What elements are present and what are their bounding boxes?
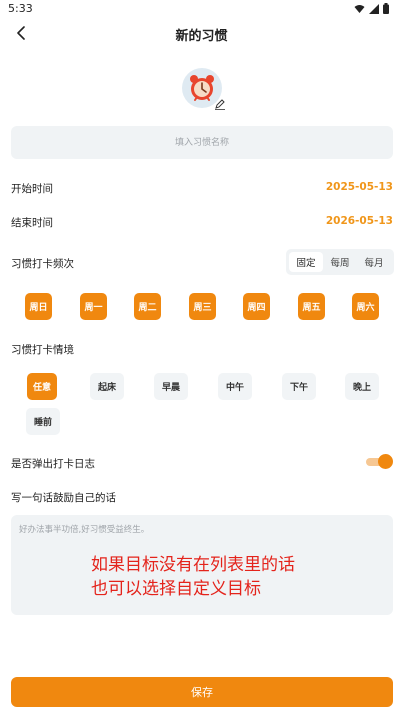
status-icons (354, 3, 389, 14)
scenario-chip-noon[interactable]: 中午 (218, 373, 252, 400)
hint-line-2: 也可以选择自定义目标 (91, 579, 261, 599)
battery-icon (383, 3, 389, 14)
scenario-chip-bedtime[interactable]: 睡前 (26, 408, 60, 435)
popup-log-toggle[interactable] (366, 454, 393, 470)
start-time-label: 开始时间 (11, 183, 53, 195)
popup-log-label: 是否弹出打卡日志 (11, 458, 95, 470)
motto-label: 写一句话鼓励自己的话 (11, 492, 116, 504)
scenario-chip-evening[interactable]: 晚上 (345, 373, 379, 400)
header: 新的习惯 (0, 18, 403, 50)
day-thursday[interactable]: 周四 (243, 293, 270, 320)
scenario-chip-any[interactable]: 任意 (27, 373, 57, 400)
toggle-knob (378, 454, 393, 469)
motto-placeholder: 好办法事半功倍,好习惯受益终生。 (19, 525, 150, 535)
scenario-chip-morning[interactable]: 早晨 (154, 373, 188, 400)
wifi-icon (354, 4, 365, 13)
scenario-chip-wake-up[interactable]: 起床 (90, 373, 124, 400)
hint-overlay-text: 如果目标没有在列表里的话 也可以选择自定义目标 (91, 553, 295, 601)
frequency-segmented-control: 固定 每周 每月 (286, 249, 394, 275)
end-time-value[interactable]: 2026-05-13 (326, 215, 393, 227)
frequency-label: 习惯打卡频次 (11, 258, 74, 270)
day-saturday[interactable]: 周六 (352, 293, 379, 320)
day-monday[interactable]: 周一 (80, 293, 107, 320)
scenario-chip-afternoon[interactable]: 下午 (282, 373, 316, 400)
day-wednesday[interactable]: 周三 (189, 293, 216, 320)
frequency-option-monthly[interactable]: 每月 (357, 252, 391, 272)
day-sunday[interactable]: 周日 (25, 293, 52, 320)
frequency-option-fixed[interactable]: 固定 (289, 252, 323, 272)
status-time: 5:33 (8, 2, 33, 15)
frequency-option-weekly[interactable]: 每周 (323, 252, 357, 272)
habit-icon-picker[interactable] (182, 68, 225, 110)
status-bar: 5:33 (0, 0, 403, 18)
motto-textarea[interactable]: 好办法事半功倍,好习惯受益终生。 如果目标没有在列表里的话 也可以选择自定义目标 (11, 515, 393, 615)
habit-name-input[interactable] (11, 126, 393, 159)
page-title: 新的习惯 (175, 29, 228, 44)
hint-line-1: 如果目标没有在列表里的话 (91, 555, 295, 575)
scenario-label: 习惯打卡情境 (11, 344, 74, 356)
save-button[interactable]: 保存 (11, 677, 393, 707)
end-time-label: 结束时间 (11, 217, 53, 229)
start-time-value[interactable]: 2025-05-13 (326, 181, 393, 193)
pencil-icon (215, 99, 225, 110)
day-friday[interactable]: 周五 (298, 293, 325, 320)
signal-icon (369, 3, 379, 14)
day-tuesday[interactable]: 周二 (134, 293, 161, 320)
